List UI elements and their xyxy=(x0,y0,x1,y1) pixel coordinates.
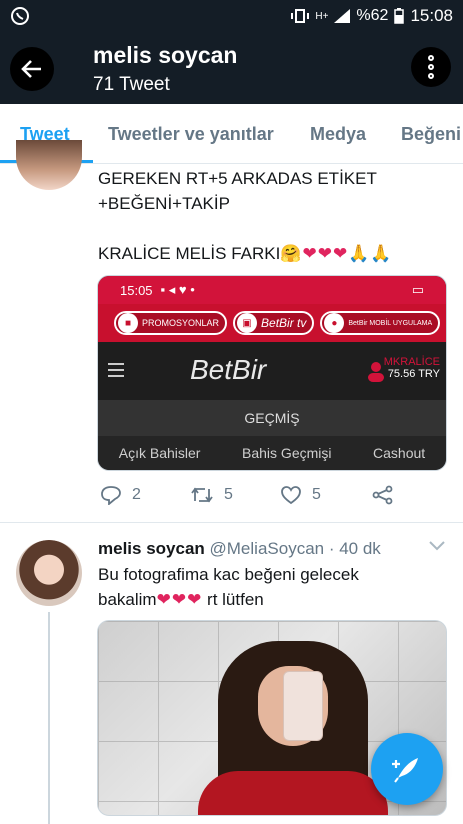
whatsapp-icon xyxy=(11,7,29,25)
thread-line xyxy=(48,612,50,824)
tweet-text-line: KRALİCE MELİS FARKI🤗❤❤❤🙏🙏 xyxy=(98,242,393,266)
tweet-text: KRALİCE MELİS FARKI xyxy=(98,244,281,263)
more-dot-icon xyxy=(428,55,434,61)
embed-user: MKRALİCE 75.56 TRY xyxy=(384,356,440,380)
embed-subtab: Cashout xyxy=(373,445,426,461)
tab-tweets-and-replies[interactable]: Tweetler ve yanıtlar xyxy=(108,124,274,145)
avatar[interactable] xyxy=(16,540,82,606)
tweet-text-line: Bu fotografima kac beğeni gelecek xyxy=(98,565,359,584)
promo-label: PROMOSYONLAR xyxy=(142,318,220,328)
embed-subtab: Bahis Geçmişi xyxy=(242,445,332,461)
embed-status-icons: ▪ ◂ ♥ • xyxy=(160,282,195,297)
author-handle: @MeliaSoycan · 40 dk xyxy=(209,539,381,558)
logo-text: BetBir xyxy=(190,354,267,385)
more-options-button[interactable] xyxy=(411,47,451,87)
reply-button[interactable]: 2 xyxy=(100,485,141,505)
promo-pill: ● BetBir MOBİL UYGULAMA xyxy=(320,311,441,335)
gift-icon: ■ xyxy=(118,313,138,333)
network-type: H+ xyxy=(315,10,329,22)
tweet-divider xyxy=(0,522,463,523)
author-name[interactable]: melis soycan xyxy=(98,539,205,558)
promo-label: BetBir tv xyxy=(261,316,307,330)
more-dot-icon xyxy=(428,73,434,79)
promo-bar: ■ PROMOSYONLAR ▣ BetBir tv ● BetBir MOBİL U… xyxy=(98,304,446,342)
more-dot-icon xyxy=(428,64,434,70)
embed-bottom-bar xyxy=(98,470,446,471)
retweet-icon xyxy=(191,487,213,503)
tv-icon: ▣ xyxy=(237,313,258,333)
photo-phone xyxy=(283,671,323,741)
tweet-text-line: +BEĞENİ+TAKİP xyxy=(98,194,230,213)
tweet-text-line: GEREKEN RT+5 ARKADAS ETİKET xyxy=(98,169,377,188)
share-icon xyxy=(372,485,393,505)
embed-username: MKRALİCE xyxy=(383,356,440,368)
menu-icon xyxy=(108,363,124,365)
chevron-down-icon[interactable] xyxy=(428,540,446,552)
profile-header: melis soycan 71 Tweet xyxy=(0,32,463,104)
embed-subtabs: Açık Bahisler Bahis Geçmişi Cashout xyxy=(98,436,446,470)
battery-percent: %62 xyxy=(356,7,389,24)
tweet-text: bakalim xyxy=(98,590,157,609)
promo-label: BetBir MOBİL UYGULAMA xyxy=(348,319,433,327)
apple-icon: ● xyxy=(324,313,345,333)
like-button[interactable]: 5 xyxy=(280,485,321,505)
embed-subtab: Açık Bahisler xyxy=(118,445,201,461)
battery-icon xyxy=(394,8,405,24)
reply-count: 2 xyxy=(132,486,141,503)
embed-balance: 75.56 TRY xyxy=(387,368,440,380)
photo-dress xyxy=(198,771,388,815)
like-count: 5 xyxy=(312,486,321,503)
tab-likes[interactable]: Beğeni xyxy=(401,124,461,145)
heart-icon xyxy=(281,486,301,505)
tweet-actions: 2 5 5 xyxy=(100,485,420,513)
retweet-count: 5 xyxy=(224,486,233,503)
share-button[interactable] xyxy=(372,485,394,505)
embed-section-title: GEÇMİŞ xyxy=(98,400,446,436)
compose-feather-icon xyxy=(392,758,418,783)
clock: 15:08 xyxy=(410,6,453,25)
promo-pill: ▣ BetBir tv xyxy=(233,311,315,335)
status-bar: H+ %62 15:08 xyxy=(0,0,463,32)
embed-status-bar: 15:05 ▪ ◂ ♥ • ▭ xyxy=(98,276,446,304)
tweet-text-line: bakalim❤❤❤ rt lütfen xyxy=(98,588,264,612)
embed-nav: BetBir MKRALİCE 75.56 TRY xyxy=(98,342,446,400)
emoji-text: ❤❤❤ xyxy=(156,590,203,609)
signal-icon xyxy=(334,9,351,23)
tweet-header: melis soycan @MeliaSoycan · 40 dk xyxy=(98,537,381,561)
emoji-text: 🤗❤❤❤🙏🙏 xyxy=(280,244,393,263)
retweet-button[interactable]: 5 xyxy=(190,485,233,505)
promo-pill: ■ PROMOSYONLAR xyxy=(114,311,228,335)
tab-media[interactable]: Medya xyxy=(310,124,366,145)
reply-icon xyxy=(101,486,121,505)
avatar[interactable] xyxy=(16,140,82,190)
embed-battery-icon: ▭ xyxy=(411,282,424,297)
tweet-image[interactable]: 15:05 ▪ ◂ ♥ • ▭ ■ PROMOSYONLAR ▣ BetBir tv… xyxy=(97,275,447,471)
betbir-logo: BetBir xyxy=(190,354,266,386)
back-button[interactable] xyxy=(10,47,54,91)
embed-time: 15:05 xyxy=(120,282,153,298)
tweet-count: 71 Tweet xyxy=(93,74,170,95)
profile-name: melis soycan xyxy=(93,42,238,68)
arrow-left-icon xyxy=(21,60,41,78)
vibrate-icon xyxy=(291,9,310,23)
tweet-text: rt lütfen xyxy=(202,590,264,609)
compose-tweet-button[interactable] xyxy=(371,733,443,805)
